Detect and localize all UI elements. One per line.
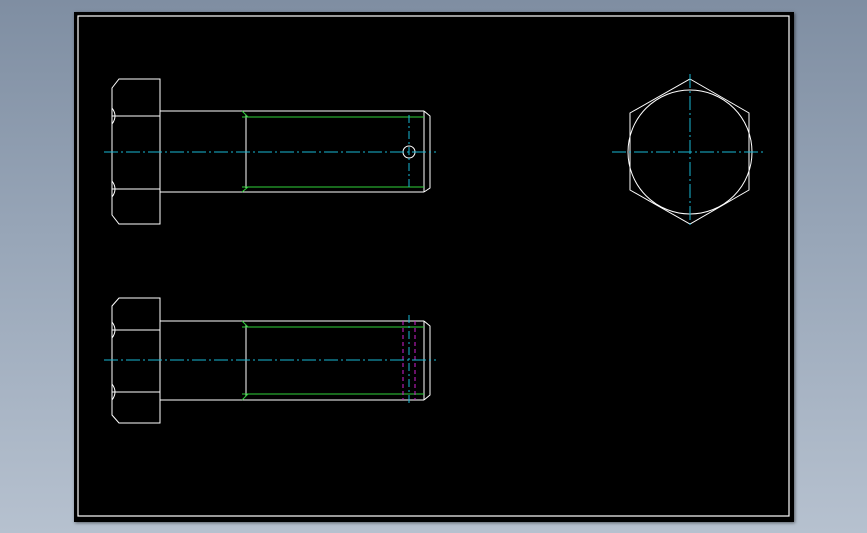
bolt-side-view-bottom[interactable]: [104, 297, 436, 424]
thread-runout-bottom: [241, 186, 249, 193]
thread-runout-top: [241, 320, 249, 328]
thread-runout-top: [241, 110, 249, 118]
bolt-end-view[interactable]: [612, 74, 766, 228]
drawing-sheet: [74, 12, 794, 522]
bolt-side-view-top[interactable]: [104, 78, 436, 225]
thread-runout-bottom: [241, 393, 249, 401]
sheet-frame: [77, 15, 790, 517]
cad-canvas[interactable]: [74, 12, 794, 522]
